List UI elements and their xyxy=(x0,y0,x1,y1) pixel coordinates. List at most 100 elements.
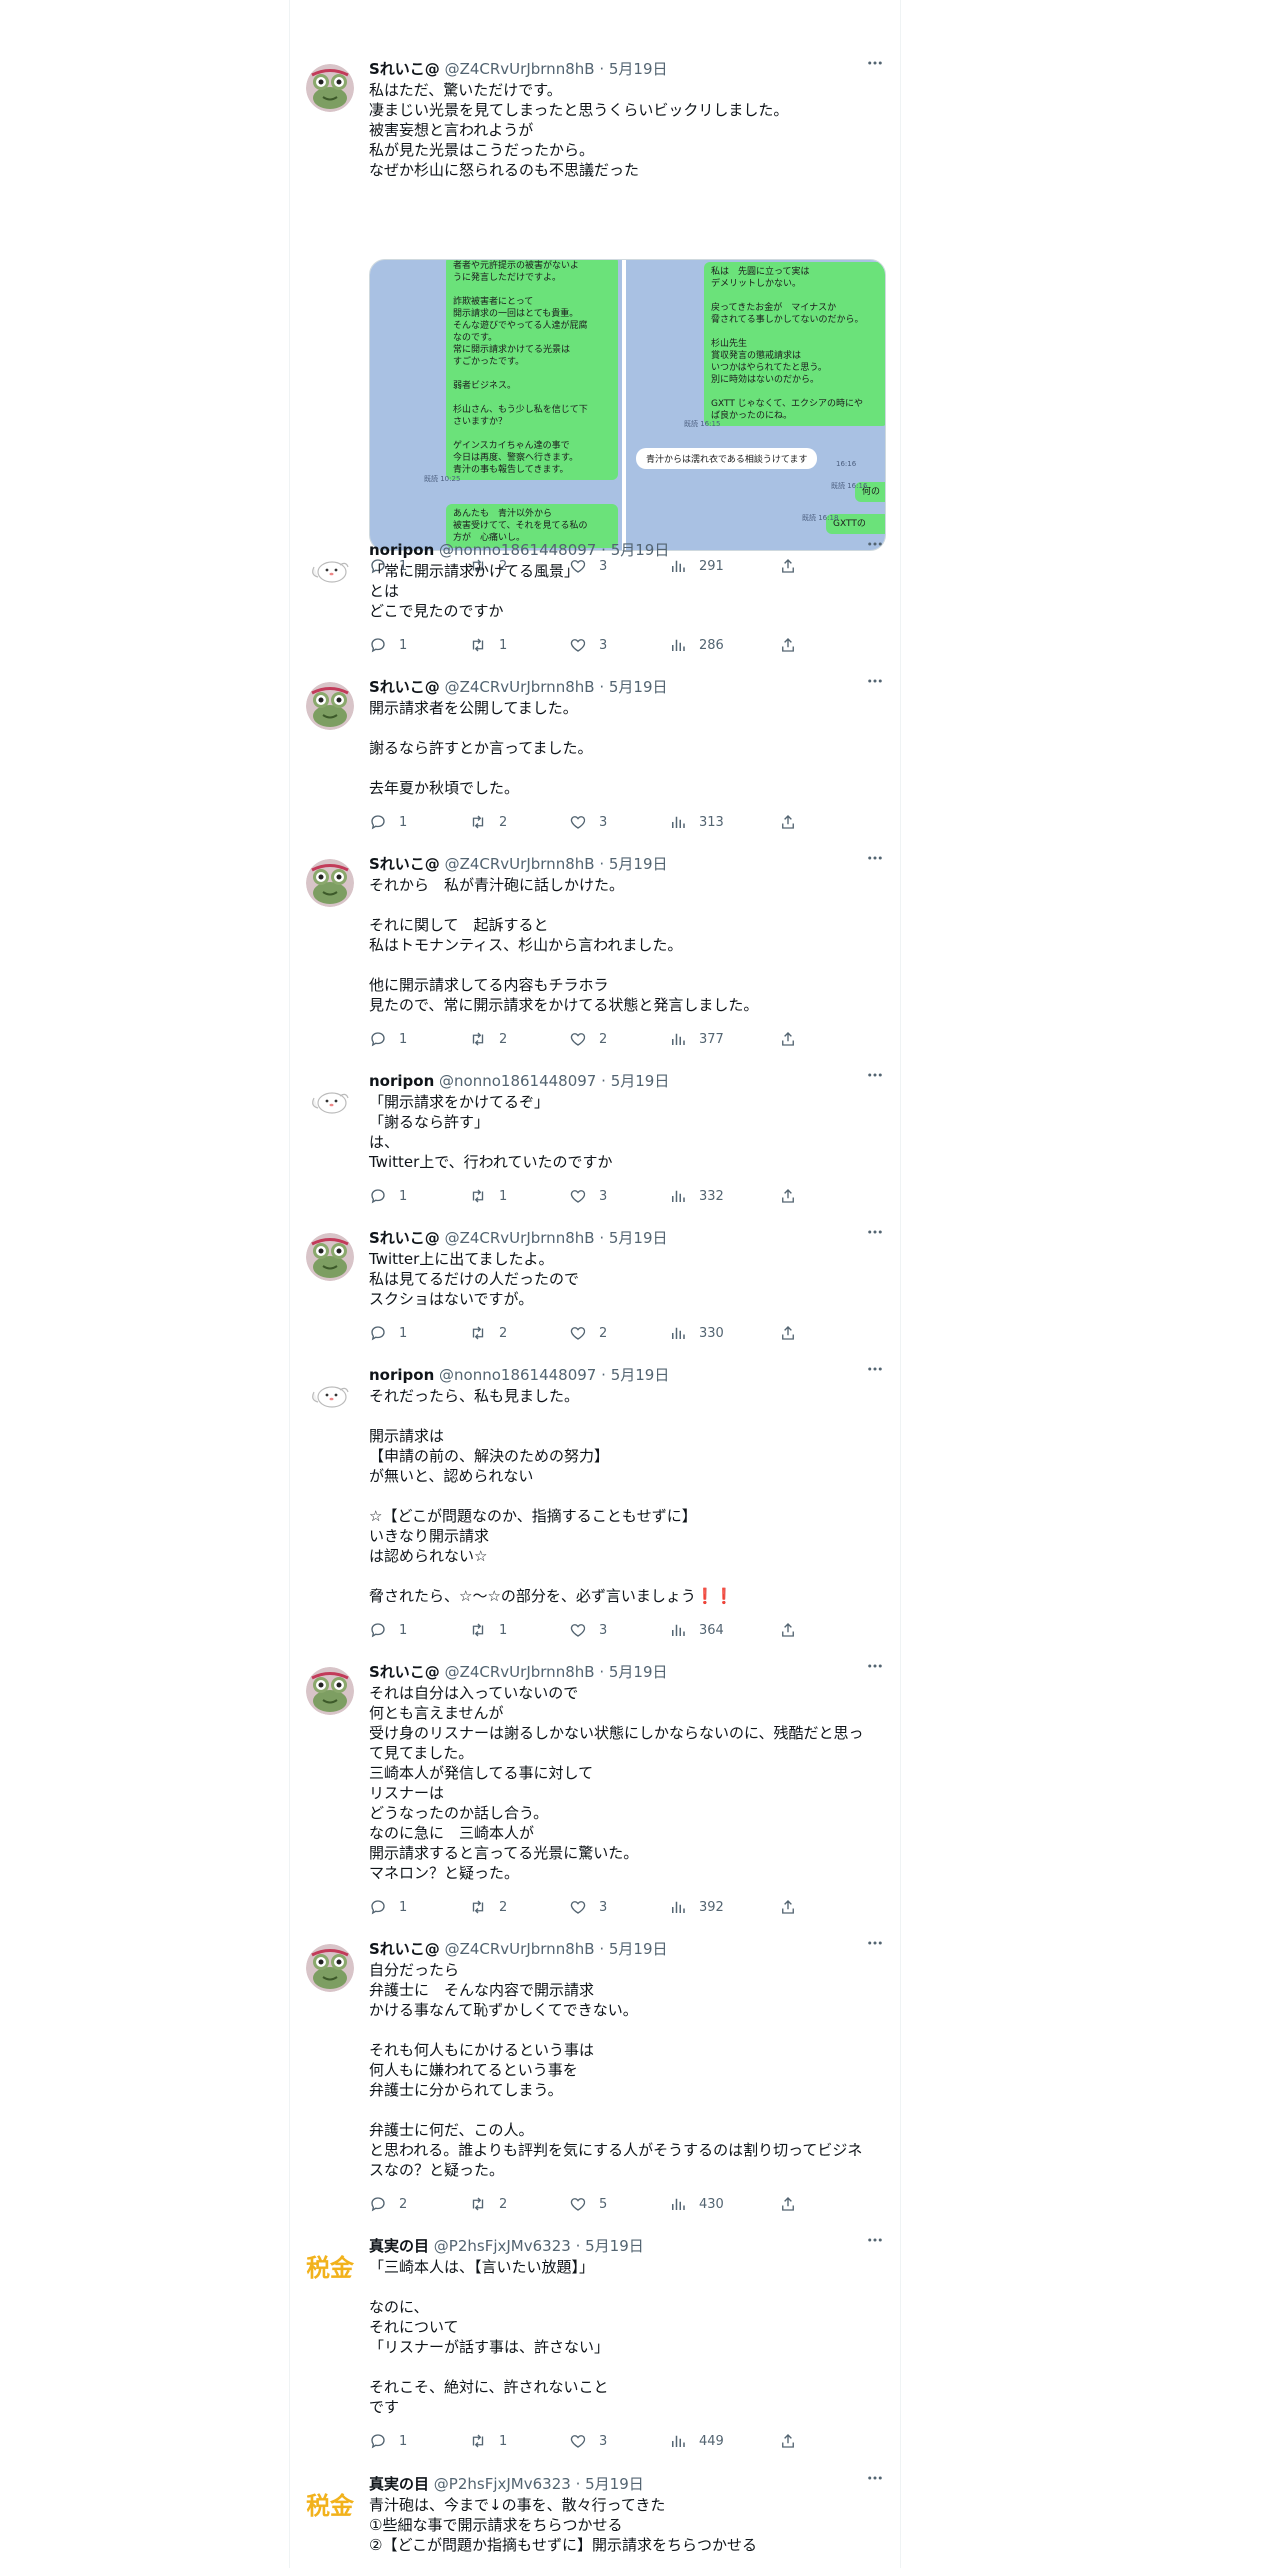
author-name[interactable]: Sれいこ@ xyxy=(369,60,440,78)
author-handle[interactable]: @nonno1861448097 xyxy=(439,541,596,559)
like-button[interactable]: 3 xyxy=(569,1186,607,1206)
tweet-date[interactable]: 5月19日 xyxy=(609,1229,668,1247)
avatar[interactable] xyxy=(306,1370,354,1418)
more-icon[interactable] xyxy=(866,535,884,559)
more-icon[interactable] xyxy=(866,1657,884,1681)
more-icon[interactable] xyxy=(866,1066,884,1090)
author-handle[interactable]: @P2hsFjxJMv6323 xyxy=(434,2237,571,2255)
like-button[interactable]: 2 xyxy=(569,1323,607,1343)
more-icon[interactable] xyxy=(866,849,884,873)
more-icon[interactable] xyxy=(866,1934,884,1958)
retweet-button[interactable]: 2 xyxy=(469,1897,507,1917)
tweet-date[interactable]: 5月19日 xyxy=(611,1072,670,1090)
reply-button[interactable]: 1 xyxy=(369,1186,407,1206)
author-name[interactable]: 真実の目 xyxy=(369,2237,429,2255)
views-button[interactable]: 392 xyxy=(669,1897,724,1917)
views-button[interactable]: 377 xyxy=(669,1029,724,1049)
more-icon[interactable] xyxy=(866,1223,884,1247)
author-name[interactable]: noripon xyxy=(369,541,434,559)
retweet-button[interactable]: 1 xyxy=(469,1620,507,1640)
avatar[interactable] xyxy=(306,682,354,730)
author-name[interactable]: Sれいこ@ xyxy=(369,855,440,873)
author-name[interactable]: Sれいこ@ xyxy=(369,1663,440,1681)
retweet-button[interactable]: 2 xyxy=(469,2194,507,2214)
avatar[interactable]: 税金 xyxy=(306,2479,354,2527)
author-handle[interactable]: @Z4CRvUrJbrnn8hB xyxy=(445,678,595,696)
author-name[interactable]: Sれいこ@ xyxy=(369,678,440,696)
share-button[interactable] xyxy=(779,1029,809,1049)
like-button[interactable]: 5 xyxy=(569,2194,607,2214)
avatar[interactable] xyxy=(306,545,354,593)
share-button[interactable] xyxy=(779,1620,809,1640)
views-button[interactable]: 330 xyxy=(669,1323,724,1343)
author-handle[interactable]: @Z4CRvUrJbrnn8hB xyxy=(445,1940,595,1958)
tweet-date[interactable]: 5月19日 xyxy=(611,541,670,559)
share-button[interactable] xyxy=(779,1186,809,1206)
author-handle[interactable]: @Z4CRvUrJbrnn8hB xyxy=(445,1229,595,1247)
retweet-button[interactable]: 2 xyxy=(469,1323,507,1343)
like-button[interactable]: 3 xyxy=(569,1620,607,1640)
reply-button[interactable]: 1 xyxy=(369,1323,407,1343)
views-button[interactable]: 313 xyxy=(669,812,724,832)
tweet-date[interactable]: 5月19日 xyxy=(585,2237,644,2255)
author-handle[interactable]: @nonno1861448097 xyxy=(439,1366,596,1384)
retweet-button[interactable]: 1 xyxy=(469,635,507,655)
more-icon[interactable] xyxy=(866,1360,884,1384)
tweet-date[interactable]: 5月19日 xyxy=(609,678,668,696)
tweet-date[interactable]: 5月19日 xyxy=(609,60,668,78)
avatar[interactable] xyxy=(306,1667,354,1715)
reply-button[interactable]: 1 xyxy=(369,1029,407,1049)
retweet-button[interactable]: 1 xyxy=(469,2431,507,2451)
author-name[interactable]: Sれいこ@ xyxy=(369,1229,440,1247)
avatar[interactable]: 税金 xyxy=(306,2241,354,2289)
tweet-date[interactable]: 5月19日 xyxy=(609,1940,668,1958)
views-button[interactable]: 364 xyxy=(669,1620,724,1640)
avatar[interactable] xyxy=(306,1233,354,1281)
tweet-date[interactable]: 5月19日 xyxy=(609,1663,668,1681)
retweet-button[interactable]: 2 xyxy=(469,1029,507,1049)
more-icon[interactable] xyxy=(866,672,884,696)
share-button[interactable] xyxy=(779,1323,809,1343)
avatar[interactable] xyxy=(306,1944,354,1992)
author-name[interactable]: Sれいこ@ xyxy=(369,1940,440,1958)
reply-button[interactable]: 1 xyxy=(369,635,407,655)
author-name[interactable]: noripon xyxy=(369,1072,434,1090)
more-icon[interactable] xyxy=(866,2469,884,2493)
reply-button[interactable]: 1 xyxy=(369,2431,407,2451)
more-icon[interactable] xyxy=(866,54,884,78)
author-handle[interactable]: @Z4CRvUrJbrnn8hB xyxy=(445,1663,595,1681)
like-button[interactable]: 3 xyxy=(569,635,607,655)
author-handle[interactable]: @Z4CRvUrJbrnn8hB xyxy=(445,855,595,873)
share-button[interactable] xyxy=(779,1897,809,1917)
more-icon[interactable] xyxy=(866,2231,884,2255)
author-handle[interactable]: @nonno1861448097 xyxy=(439,1072,596,1090)
share-button[interactable] xyxy=(779,812,809,832)
like-button[interactable]: 2 xyxy=(569,1029,607,1049)
reply-button[interactable]: 1 xyxy=(369,812,407,832)
tweet-date[interactable]: 5月19日 xyxy=(609,855,668,873)
like-button[interactable]: 3 xyxy=(569,812,607,832)
like-button[interactable]: 3 xyxy=(569,2431,607,2451)
reply-button[interactable]: 1 xyxy=(369,1897,407,1917)
avatar[interactable] xyxy=(306,859,354,907)
share-button[interactable] xyxy=(779,2431,809,2451)
avatar[interactable] xyxy=(306,64,354,112)
share-button[interactable] xyxy=(779,2194,809,2214)
retweet-button[interactable]: 1 xyxy=(469,1186,507,1206)
author-handle[interactable]: @P2hsFjxJMv6323 xyxy=(434,2475,571,2493)
views-button[interactable]: 430 xyxy=(669,2194,724,2214)
tweet-date[interactable]: 5月19日 xyxy=(611,1366,670,1384)
share-button[interactable] xyxy=(779,635,809,655)
author-name[interactable]: 真実の目 xyxy=(369,2475,429,2493)
like-button[interactable]: 3 xyxy=(569,1897,607,1917)
author-name[interactable]: noripon xyxy=(369,1366,434,1384)
views-button[interactable]: 449 xyxy=(669,2431,724,2451)
tweet-image[interactable]: 者者や元許提示の被害がないよ うに発言しただけですよ。 詐欺被害者にとって 開示… xyxy=(369,259,886,551)
retweet-button[interactable]: 2 xyxy=(469,812,507,832)
tweet-date[interactable]: 5月19日 xyxy=(585,2475,644,2493)
avatar[interactable] xyxy=(306,1076,354,1124)
views-button[interactable]: 332 xyxy=(669,1186,724,1206)
author-handle[interactable]: @Z4CRvUrJbrnn8hB xyxy=(445,60,595,78)
reply-button[interactable]: 1 xyxy=(369,1620,407,1640)
views-button[interactable]: 286 xyxy=(669,635,724,655)
